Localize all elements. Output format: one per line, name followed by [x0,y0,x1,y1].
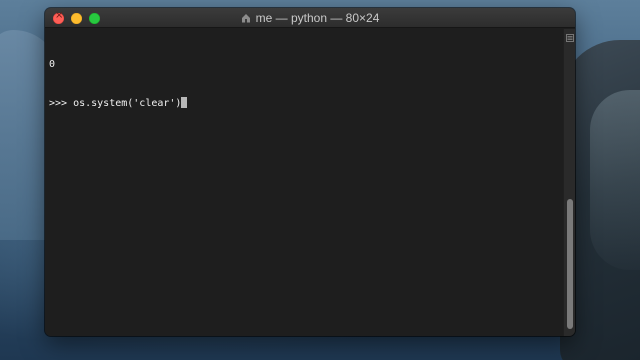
list-icon[interactable] [566,34,574,42]
home-icon [241,14,250,23]
terminal-line: 0 [49,59,56,70]
wallpaper-cliff-highlight [590,90,640,270]
window-title: me — python — 80×24 [255,11,380,25]
vertical-scrollbar[interactable] [563,29,575,336]
text-cursor [181,97,188,108]
terminal-output[interactable]: 0 >>> os.system('clear') [45,29,563,336]
title-bar[interactable]: me — python — 80×24 [45,8,575,28]
window-title-group: me — python — 80×24 [45,8,575,28]
scrollbar-thumb[interactable] [567,199,573,329]
terminal-command: >>> os.system('clear') [49,98,182,109]
terminal-window[interactable]: me — python — 80×24 0 >>> os.system('cle… [45,8,575,336]
terminal-prompt-line: >>> os.system('clear') [49,97,559,110]
